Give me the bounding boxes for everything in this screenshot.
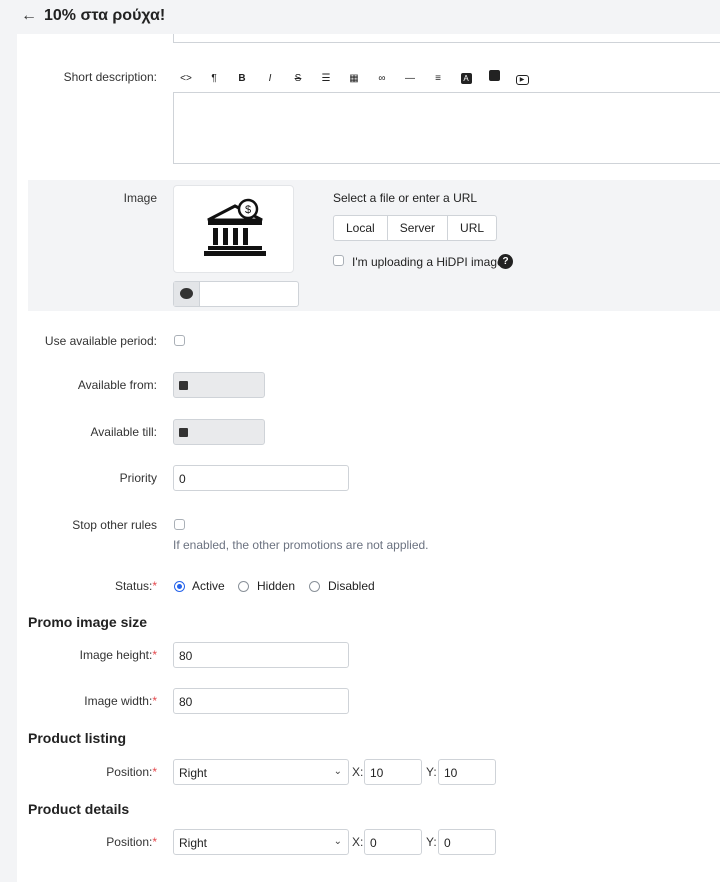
listing-position-label-text: Position:	[106, 765, 153, 779]
listing-position-value: Right	[179, 766, 208, 780]
stop-other-rules-label: Stop other rules	[72, 518, 157, 532]
table-icon[interactable]: ▦	[343, 70, 365, 88]
hidpi-label: I'm uploading a HiDPI image.	[352, 255, 508, 269]
strikethrough-icon[interactable]: S	[287, 70, 309, 88]
chevron-down-icon: ⌄	[333, 836, 342, 847]
stop-other-rules-hint: If enabled, the other promotions are not…	[173, 538, 429, 552]
video-glyph: ▶	[515, 75, 529, 85]
url-button[interactable]: URL	[448, 216, 496, 240]
details-position-select[interactable]: Right ⌄	[173, 829, 349, 855]
link-icon[interactable]: ∞	[371, 70, 393, 88]
image-icon[interactable]	[483, 70, 505, 88]
description-editor-bottom	[173, 34, 720, 43]
status-active-radio[interactable]	[174, 581, 185, 592]
arrow-left-icon[interactable]: ←	[21, 7, 37, 25]
details-position-label-text: Position:	[106, 835, 153, 849]
paragraph-icon[interactable]: ¶	[203, 70, 225, 88]
text-color-icon[interactable]: A	[455, 70, 477, 88]
listing-position-select[interactable]: Right ⌄	[173, 759, 349, 785]
image-height-input[interactable]: 80	[173, 642, 349, 668]
product-details-heading: Product details	[28, 801, 130, 817]
status-hidden-label: Hidden	[257, 579, 296, 593]
status-disabled-radio[interactable]	[309, 581, 320, 592]
listing-position-label: Position:*	[106, 765, 157, 779]
use-available-period-checkbox[interactable]	[174, 335, 185, 346]
details-x-input[interactable]: 0	[364, 829, 422, 855]
available-till-input[interactable]	[173, 419, 265, 445]
short-description-label: Short description:	[63, 70, 157, 84]
local-button[interactable]: Local	[334, 216, 388, 240]
details-x-label: X:	[352, 835, 364, 849]
list-icon[interactable]: ☰	[315, 70, 337, 88]
header: ← 10% στα ρούχα!	[0, 0, 720, 34]
chevron-down-icon: ⌄	[333, 766, 342, 777]
video-icon[interactable]: ▶	[511, 70, 533, 88]
short-description-editor[interactable]	[173, 92, 720, 164]
bold-icon[interactable]: B	[231, 70, 253, 88]
text-color-glyph: A	[460, 73, 472, 84]
image-height-label-text: Image height:	[79, 648, 153, 662]
image-width-label-text: Image width:	[84, 694, 153, 708]
hidpi-checkbox[interactable]	[333, 255, 344, 266]
align-icon[interactable]: ≡	[427, 70, 449, 88]
help-icon[interactable]: ?	[498, 254, 513, 269]
server-button[interactable]: Server	[388, 216, 449, 240]
listing-x-input[interactable]: 10	[364, 759, 422, 785]
product-listing-heading: Product listing	[28, 730, 126, 746]
image-width-input[interactable]: 80	[173, 688, 349, 714]
italic-icon[interactable]: I	[259, 70, 281, 88]
svg-text:$: $	[245, 204, 251, 216]
image-glyph	[488, 70, 500, 81]
priority-input[interactable]: 0	[173, 465, 349, 491]
details-y-label: Y:	[426, 835, 437, 849]
priority-label: Priority	[119, 471, 157, 485]
hr-icon[interactable]: —	[399, 70, 421, 88]
stop-other-rules-checkbox[interactable]	[174, 519, 185, 530]
listing-y-label: Y:	[426, 765, 437, 779]
image-width-label: Image width:*	[84, 694, 157, 708]
select-file-text: Select a file or enter a URL	[333, 191, 478, 205]
details-position-value: Right	[179, 836, 208, 850]
details-y-input[interactable]: 0	[438, 829, 496, 855]
promo-image-size-heading: Promo image size	[28, 614, 148, 630]
code-icon[interactable]: <>	[175, 70, 197, 88]
page-title: 10% στα ρούχα!	[44, 7, 166, 24]
calendar-icon	[179, 381, 188, 390]
use-available-period-label: Use available period:	[44, 334, 157, 348]
status-hidden-radio[interactable]	[238, 581, 249, 592]
status-label: Status:*	[114, 579, 157, 593]
image-height-label: Image height:*	[79, 648, 157, 662]
listing-y-input[interactable]: 10	[438, 759, 496, 785]
available-from-input[interactable]	[173, 372, 265, 398]
available-from-label: Available from:	[77, 378, 157, 392]
speech-bubble-icon	[174, 282, 200, 306]
image-label: Image	[123, 191, 157, 205]
calendar-icon	[179, 428, 188, 437]
details-position-label: Position:*	[106, 835, 157, 849]
upload-source-group: Local Server URL	[333, 215, 498, 241]
status-label-text: Status:	[114, 579, 153, 593]
bank-icon: $	[204, 198, 266, 256]
alt-text-field[interactable]	[173, 281, 299, 307]
image-preview[interactable]: $	[173, 185, 294, 273]
status-active-label: Active	[192, 579, 225, 593]
listing-x-label: X:	[352, 765, 364, 779]
available-till-label: Available till:	[90, 425, 157, 439]
status-disabled-label: Disabled	[328, 579, 375, 593]
